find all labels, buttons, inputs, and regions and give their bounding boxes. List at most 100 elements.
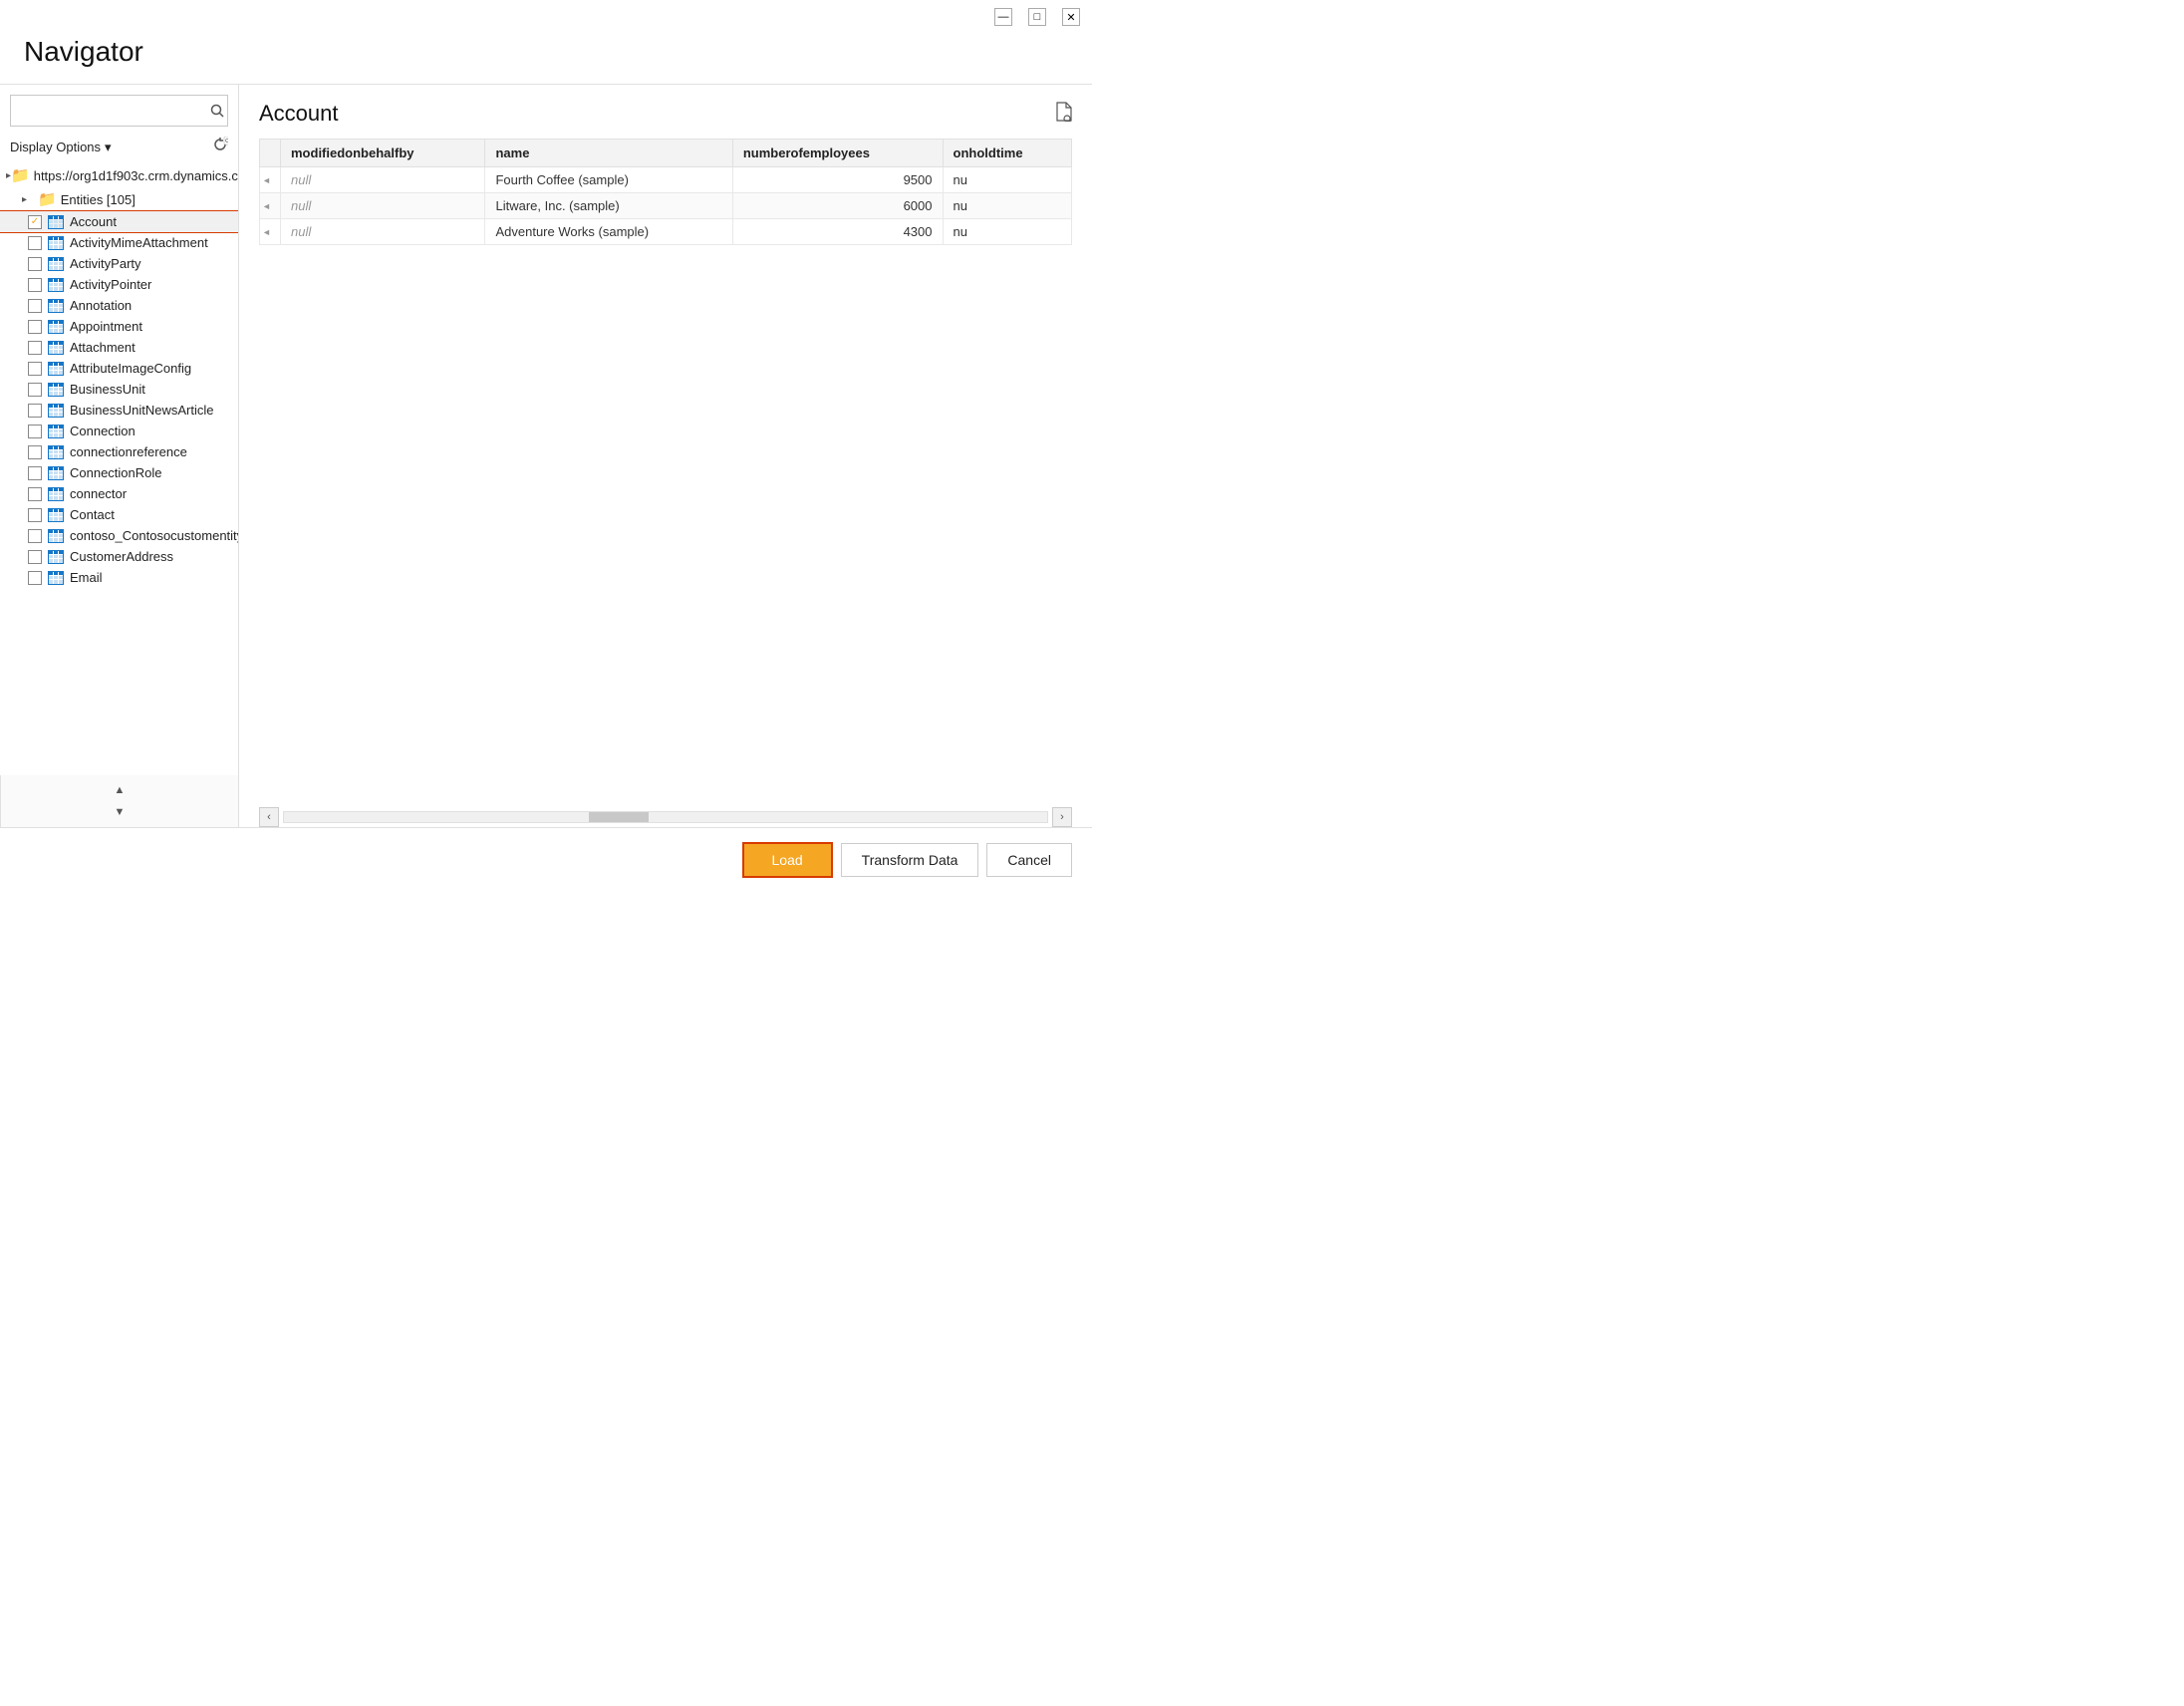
entity-row[interactable]: Appointment	[0, 316, 238, 337]
cell-modifiedonbehalfby: null	[281, 219, 485, 245]
entity-checkbox[interactable]	[28, 571, 42, 585]
entity-row[interactable]: ActivityParty	[0, 253, 238, 274]
entities-node[interactable]: ▸ 📁 Entities [105]	[0, 187, 238, 211]
entity-label: Connection	[70, 424, 136, 438]
table-head: modifiedonbehalfbynamenumberofemployeeso…	[260, 140, 1072, 167]
scroll-left-arrow[interactable]: ‹	[259, 807, 279, 827]
table-icon	[48, 236, 64, 250]
cell-name: Litware, Inc. (sample)	[485, 193, 732, 219]
tree-root-node[interactable]: ▸ 📁 https://org1d1f903c.crm.dynamics.com…	[0, 163, 238, 187]
entity-row[interactable]: connector	[0, 483, 238, 504]
scroll-thumb[interactable]	[589, 812, 649, 822]
entity-checkbox[interactable]	[28, 529, 42, 543]
search-button[interactable]	[207, 96, 227, 126]
entity-row[interactable]: ActivityMimeAttachment	[0, 232, 238, 253]
entity-checkbox[interactable]	[28, 466, 42, 480]
table-icon	[48, 466, 64, 480]
horizontal-scrollbar[interactable]: ‹ ›	[259, 795, 1072, 827]
entity-label: Attachment	[70, 340, 136, 355]
svg-text:⟳: ⟳	[225, 139, 228, 145]
scroll-up-arrow[interactable]: ▲	[110, 779, 130, 801]
entity-row[interactable]: Email	[0, 567, 238, 588]
cell-onholdtime: nu	[943, 193, 1072, 219]
cell-numberofemployees: 6000	[732, 193, 943, 219]
entity-label: ActivityPointer	[70, 277, 151, 292]
data-table: modifiedonbehalfbynamenumberofemployeeso…	[259, 139, 1072, 245]
entity-checkbox[interactable]	[28, 487, 42, 501]
entity-checkbox[interactable]	[28, 383, 42, 397]
entity-row[interactable]: ActivityPointer	[0, 274, 238, 295]
entity-row[interactable]: contoso_Contosocustomentity	[0, 525, 238, 546]
table-row: ◄nullAdventure Works (sample)4300nu	[260, 219, 1072, 245]
preview-action-button[interactable]	[1054, 102, 1072, 127]
tree-area[interactable]: ▸ 📁 https://org1d1f903c.crm.dynamics.com…	[0, 163, 238, 775]
row-indicator: ◄	[260, 219, 281, 245]
entity-checkbox[interactable]: ✓	[28, 215, 42, 229]
entity-checkbox[interactable]	[28, 341, 42, 355]
entity-checkbox[interactable]	[28, 278, 42, 292]
entity-checkbox[interactable]	[28, 320, 42, 334]
entity-row[interactable]: BusinessUnit	[0, 379, 238, 400]
cell-modifiedonbehalfby: null	[281, 193, 485, 219]
cell-name: Adventure Works (sample)	[485, 219, 732, 245]
table-icon	[48, 299, 64, 313]
entity-list: ✓ Account ActivityMimeAttachment ActivityPa…	[0, 211, 238, 588]
transform-data-button[interactable]: Transform Data	[841, 843, 979, 877]
table-icon	[48, 508, 64, 522]
entity-checkbox[interactable]	[28, 236, 42, 250]
entity-row[interactable]: Contact	[0, 504, 238, 525]
minimize-button[interactable]: —	[994, 8, 1012, 26]
entity-checkbox[interactable]	[28, 445, 42, 459]
close-button[interactable]: ✕	[1062, 8, 1080, 26]
scroll-track[interactable]	[283, 811, 1048, 823]
preview-title: Account	[259, 101, 339, 127]
table-icon	[48, 257, 64, 271]
entity-label: Contact	[70, 507, 115, 522]
entity-row[interactable]: Attachment	[0, 337, 238, 358]
entity-row[interactable]: Annotation	[0, 295, 238, 316]
entity-row[interactable]: ✓ Account	[0, 211, 238, 232]
maximize-button[interactable]: □	[1028, 8, 1046, 26]
root-label: https://org1d1f903c.crm.dynamics.com/ [2…	[34, 168, 238, 183]
entity-row[interactable]: CustomerAddress	[0, 546, 238, 567]
cell-onholdtime: nu	[943, 167, 1072, 193]
entity-label: ActivityParty	[70, 256, 141, 271]
cancel-button[interactable]: Cancel	[986, 843, 1072, 877]
search-input[interactable]	[11, 97, 207, 125]
cell-name: Fourth Coffee (sample)	[485, 167, 732, 193]
display-options-button[interactable]: Display Options ▾	[10, 140, 112, 155]
scroll-right-arrow[interactable]: ›	[1052, 807, 1072, 827]
table-icon	[48, 278, 64, 292]
entity-label: Account	[70, 214, 117, 229]
entity-checkbox[interactable]	[28, 362, 42, 376]
entity-label: BusinessUnit	[70, 382, 145, 397]
table-icon	[48, 362, 64, 376]
table-row: ◄nullFourth Coffee (sample)9500nu	[260, 167, 1072, 193]
entity-row[interactable]: connectionreference	[0, 441, 238, 462]
entity-row[interactable]: AttributeImageConfig	[0, 358, 238, 379]
entity-row[interactable]: ConnectionRole	[0, 462, 238, 483]
scroll-arrows-panel: ▲ ▼	[0, 775, 238, 827]
refresh-button[interactable]: ⟳	[212, 137, 228, 157]
entity-checkbox[interactable]	[28, 257, 42, 271]
entity-row[interactable]: BusinessUnitNewsArticle	[0, 400, 238, 421]
entity-label: AttributeImageConfig	[70, 361, 191, 376]
entity-label: ConnectionRole	[70, 465, 162, 480]
entity-checkbox[interactable]	[28, 299, 42, 313]
bottom-bar: Load Transform Data Cancel	[0, 827, 1092, 892]
table-row: ◄nullLitware, Inc. (sample)6000nu	[260, 193, 1072, 219]
right-panel: Account modifiedonbehalfbynamenumberofem…	[239, 85, 1092, 827]
data-table-wrapper: modifiedonbehalfbynamenumberofemployeeso…	[259, 139, 1072, 245]
load-button[interactable]: Load	[742, 842, 833, 878]
entity-label: connectionreference	[70, 444, 187, 459]
entity-checkbox[interactable]	[28, 404, 42, 418]
entity-checkbox[interactable]	[28, 425, 42, 438]
scroll-down-arrow[interactable]: ▼	[110, 801, 130, 823]
entity-checkbox[interactable]	[28, 550, 42, 564]
entities-folder-icon: 📁	[38, 190, 57, 208]
file-icon	[1054, 102, 1072, 122]
entity-checkbox[interactable]	[28, 508, 42, 522]
preview-header: Account	[259, 101, 1072, 127]
display-options-label: Display Options	[10, 140, 101, 154]
entity-row[interactable]: Connection	[0, 421, 238, 441]
